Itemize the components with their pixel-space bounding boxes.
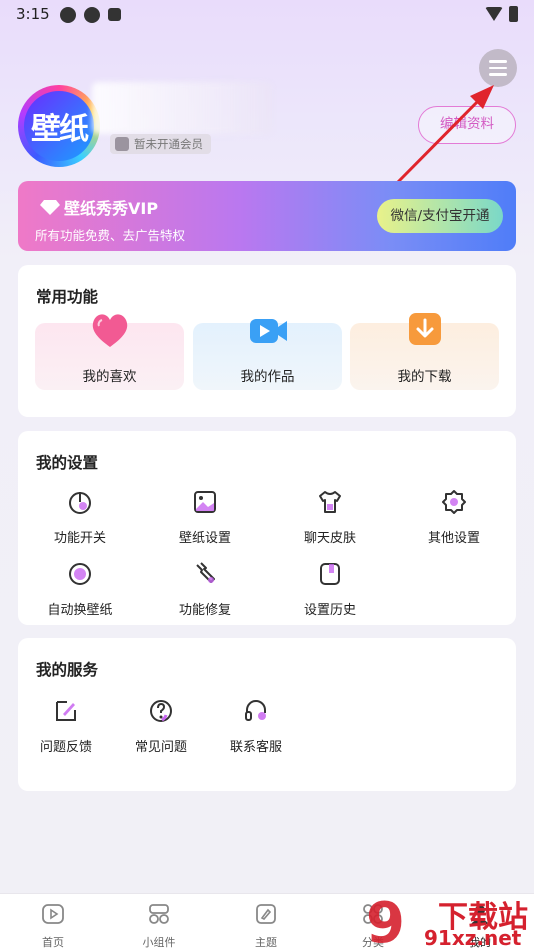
auto-wallpaper-label: 自动换壁纸 — [47, 603, 113, 618]
my-downloads-tile[interactable]: 我的下载 — [350, 313, 499, 390]
nav-themes-label: 主题 — [255, 936, 277, 949]
my-favorites-tile[interactable]: 我的喜欢 — [35, 314, 184, 390]
battery-icon — [509, 6, 518, 22]
feature-switch-item[interactable]: 功能开关 — [30, 489, 130, 546]
watermark-logo-icon: 9 — [366, 891, 405, 950]
feature-repair-item[interactable]: 功能修复 — [155, 561, 255, 618]
wrench-icon — [196, 562, 215, 583]
username-blurred — [92, 82, 272, 134]
settings-title: 我的设置 — [36, 454, 99, 472]
status-time: 3:15 — [16, 5, 50, 23]
crown-icon — [115, 137, 129, 151]
video-camera-icon — [249, 319, 287, 343]
headset-icon — [245, 700, 266, 721]
other-settings-item[interactable]: 其他设置 — [404, 489, 504, 546]
feature-repair-label: 功能修复 — [178, 603, 231, 618]
vip-status-badge: 暂未开通会员 — [110, 134, 211, 154]
app-notification-icon — [60, 7, 76, 23]
play-icon — [42, 904, 64, 924]
question-icon — [150, 700, 172, 722]
common-functions-title: 常用功能 — [36, 288, 99, 306]
svg-text:9: 9 — [366, 891, 405, 950]
nav-home[interactable]: 首页 — [18, 902, 88, 950]
diamond-icon — [40, 199, 60, 215]
settings-card: 我的设置 功能开关 壁纸设置 聊天皮肤 其他设置 自动换壁纸 功能修复 设置历史 — [18, 431, 516, 625]
avatar-text: 壁纸 — [24, 91, 94, 161]
nav-widgets-label: 小组件 — [142, 936, 176, 949]
my-works-label: 我的作品 — [240, 369, 295, 385]
vip-status-text: 暂未开通会员 — [134, 137, 203, 151]
avatar[interactable]: 壁纸 — [18, 85, 100, 167]
auto-switch-icon — [69, 563, 91, 585]
theme-icon — [256, 904, 276, 924]
vip-banner[interactable]: 壁纸秀秀VIP 所有功能免费、去广告特权 微信/支付宝开通 — [18, 181, 516, 251]
feedback-label: 问题反馈 — [39, 740, 92, 755]
customer-service-item[interactable]: 联系客服 — [206, 698, 306, 755]
gear-icon — [442, 490, 466, 514]
app-notification-icon — [84, 7, 100, 23]
settings-history-label: 设置历史 — [303, 603, 356, 618]
image-icon — [194, 491, 216, 513]
chat-skin-item[interactable]: 聊天皮肤 — [280, 489, 380, 546]
status-bar: 3:15 — [0, 0, 534, 30]
wallpaper-settings-item[interactable]: 壁纸设置 — [155, 489, 255, 546]
power-icon — [69, 492, 91, 514]
vip-title-text: 壁纸秀秀VIP — [64, 199, 159, 218]
annotation-arrow — [396, 85, 494, 184]
vip-title: 壁纸秀秀VIP — [40, 195, 158, 219]
customer-service-label: 联系客服 — [229, 740, 282, 755]
my-works-tile[interactable]: 我的作品 — [193, 319, 342, 390]
my-downloads-label: 我的下载 — [397, 369, 452, 385]
notification-icons — [60, 7, 121, 23]
services-title: 我的服务 — [36, 661, 99, 679]
a-notification-icon — [108, 8, 121, 21]
feedback-item[interactable]: 问题反馈 — [16, 698, 116, 755]
faq-label: 常见问题 — [134, 740, 187, 755]
download-icon — [408, 313, 441, 345]
vip-open-button[interactable]: 微信/支付宝开通 — [377, 199, 503, 233]
site-watermark: 9 下载站 91xz.net — [362, 888, 534, 950]
system-icons — [485, 6, 518, 22]
nav-themes[interactable]: 主题 — [231, 902, 301, 950]
wallpaper-settings-label: 壁纸设置 — [178, 531, 231, 546]
watermark-domain: 91xz.net — [424, 926, 522, 950]
common-functions-card: 常用功能 我的喜欢 我的作品 我的下载 — [18, 265, 516, 417]
history-icon — [320, 563, 340, 585]
nav-widgets[interactable]: 小组件 — [124, 902, 194, 950]
shirt-icon — [319, 491, 341, 513]
hamburger-icon — [489, 60, 507, 63]
auto-wallpaper-item[interactable]: 自动换壁纸 — [30, 561, 130, 618]
nav-home-label: 首页 — [42, 936, 64, 949]
vip-subtitle: 所有功能免费、去广告特权 — [35, 228, 186, 243]
feedback-icon — [56, 701, 76, 721]
heart-icon — [92, 314, 127, 347]
feature-switch-label: 功能开关 — [53, 531, 106, 546]
settings-history-item[interactable]: 设置历史 — [280, 561, 380, 618]
widget-icon — [149, 904, 169, 924]
wifi-icon — [485, 7, 503, 21]
services-card: 我的服务 问题反馈 常见问题 联系客服 — [18, 638, 516, 791]
my-favorites-label: 我的喜欢 — [82, 369, 137, 385]
other-settings-label: 其他设置 — [427, 531, 480, 546]
faq-item[interactable]: 常见问题 — [111, 698, 211, 755]
chat-skin-label: 聊天皮肤 — [303, 531, 356, 546]
